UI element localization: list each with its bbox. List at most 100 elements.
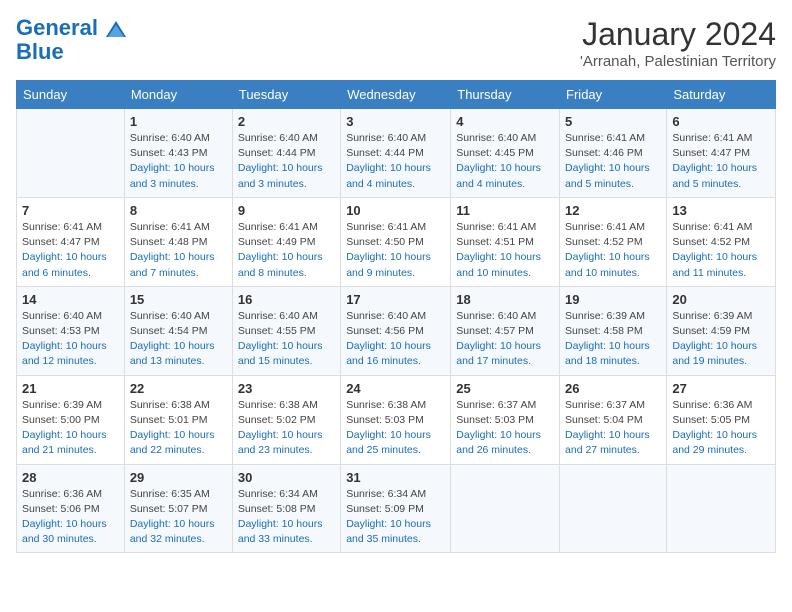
daylight-text: Daylight: 10 hours and 25 minutes. bbox=[346, 428, 445, 458]
day-info: Sunrise: 6:40 AM Sunset: 4:55 PM Dayligh… bbox=[238, 309, 335, 370]
sunrise-text: Sunrise: 6:40 AM bbox=[346, 309, 445, 324]
sunrise-text: Sunrise: 6:41 AM bbox=[130, 220, 227, 235]
table-row: 21 Sunrise: 6:39 AM Sunset: 5:00 PM Dayl… bbox=[17, 375, 125, 464]
sunrise-text: Sunrise: 6:40 AM bbox=[346, 131, 445, 146]
sunset-text: Sunset: 4:45 PM bbox=[456, 146, 554, 161]
day-info: Sunrise: 6:41 AM Sunset: 4:47 PM Dayligh… bbox=[672, 131, 770, 192]
daylight-text: Daylight: 10 hours and 26 minutes. bbox=[456, 428, 554, 458]
day-info: Sunrise: 6:34 AM Sunset: 5:08 PM Dayligh… bbox=[238, 487, 335, 548]
table-row: 3 Sunrise: 6:40 AM Sunset: 4:44 PM Dayli… bbox=[341, 109, 451, 198]
location-subtitle: 'Arranah, Palestinian Territory bbox=[580, 53, 776, 70]
sunset-text: Sunset: 4:49 PM bbox=[238, 235, 335, 250]
day-number: 13 bbox=[672, 203, 770, 218]
col-sunday: Sunday bbox=[17, 81, 125, 109]
day-number: 6 bbox=[672, 114, 770, 129]
day-number: 26 bbox=[565, 381, 661, 396]
day-info: Sunrise: 6:38 AM Sunset: 5:02 PM Dayligh… bbox=[238, 398, 335, 459]
table-row: 4 Sunrise: 6:40 AM Sunset: 4:45 PM Dayli… bbox=[451, 109, 560, 198]
daylight-text: Daylight: 10 hours and 22 minutes. bbox=[130, 428, 227, 458]
table-row: 28 Sunrise: 6:36 AM Sunset: 5:06 PM Dayl… bbox=[17, 464, 125, 553]
calendar-table: Sunday Monday Tuesday Wednesday Thursday… bbox=[16, 80, 776, 553]
page-header: General Blue January 2024 'Arranah, Pale… bbox=[16, 16, 776, 70]
day-info: Sunrise: 6:39 AM Sunset: 4:59 PM Dayligh… bbox=[672, 309, 770, 370]
sunset-text: Sunset: 5:04 PM bbox=[565, 413, 661, 428]
day-info: Sunrise: 6:41 AM Sunset: 4:52 PM Dayligh… bbox=[565, 220, 661, 281]
sunrise-text: Sunrise: 6:40 AM bbox=[456, 131, 554, 146]
sunset-text: Sunset: 5:05 PM bbox=[672, 413, 770, 428]
day-info: Sunrise: 6:37 AM Sunset: 5:04 PM Dayligh… bbox=[565, 398, 661, 459]
day-number: 21 bbox=[22, 381, 119, 396]
table-row: 14 Sunrise: 6:40 AM Sunset: 4:53 PM Dayl… bbox=[17, 286, 125, 375]
day-info: Sunrise: 6:40 AM Sunset: 4:44 PM Dayligh… bbox=[238, 131, 335, 192]
sunrise-text: Sunrise: 6:40 AM bbox=[456, 309, 554, 324]
day-number: 2 bbox=[238, 114, 335, 129]
day-number: 7 bbox=[22, 203, 119, 218]
daylight-text: Daylight: 10 hours and 8 minutes. bbox=[238, 250, 335, 280]
daylight-text: Daylight: 10 hours and 19 minutes. bbox=[672, 339, 770, 369]
daylight-text: Daylight: 10 hours and 16 minutes. bbox=[346, 339, 445, 369]
calendar-week-row: 28 Sunrise: 6:36 AM Sunset: 5:06 PM Dayl… bbox=[17, 464, 776, 553]
day-number: 29 bbox=[130, 470, 227, 485]
logo-text: General bbox=[16, 16, 126, 40]
day-info: Sunrise: 6:41 AM Sunset: 4:46 PM Dayligh… bbox=[565, 131, 661, 192]
daylight-text: Daylight: 10 hours and 13 minutes. bbox=[130, 339, 227, 369]
logo-text-blue: Blue bbox=[16, 40, 64, 64]
sunrise-text: Sunrise: 6:40 AM bbox=[22, 309, 119, 324]
day-info: Sunrise: 6:40 AM Sunset: 4:56 PM Dayligh… bbox=[346, 309, 445, 370]
daylight-text: Daylight: 10 hours and 9 minutes. bbox=[346, 250, 445, 280]
day-info: Sunrise: 6:36 AM Sunset: 5:05 PM Dayligh… bbox=[672, 398, 770, 459]
daylight-text: Daylight: 10 hours and 32 minutes. bbox=[130, 517, 227, 547]
table-row: 23 Sunrise: 6:38 AM Sunset: 5:02 PM Dayl… bbox=[232, 375, 340, 464]
day-info: Sunrise: 6:40 AM Sunset: 4:53 PM Dayligh… bbox=[22, 309, 119, 370]
day-info: Sunrise: 6:40 AM Sunset: 4:57 PM Dayligh… bbox=[456, 309, 554, 370]
sunset-text: Sunset: 4:53 PM bbox=[22, 324, 119, 339]
sunrise-text: Sunrise: 6:39 AM bbox=[672, 309, 770, 324]
sunrise-text: Sunrise: 6:41 AM bbox=[565, 131, 661, 146]
day-number: 19 bbox=[565, 292, 661, 307]
day-number: 22 bbox=[130, 381, 227, 396]
day-number: 18 bbox=[456, 292, 554, 307]
table-row: 25 Sunrise: 6:37 AM Sunset: 5:03 PM Dayl… bbox=[451, 375, 560, 464]
table-row: 6 Sunrise: 6:41 AM Sunset: 4:47 PM Dayli… bbox=[667, 109, 776, 198]
table-row: 18 Sunrise: 6:40 AM Sunset: 4:57 PM Dayl… bbox=[451, 286, 560, 375]
table-row: 16 Sunrise: 6:40 AM Sunset: 4:55 PM Dayl… bbox=[232, 286, 340, 375]
daylight-text: Daylight: 10 hours and 6 minutes. bbox=[22, 250, 119, 280]
day-number: 27 bbox=[672, 381, 770, 396]
table-row: 5 Sunrise: 6:41 AM Sunset: 4:46 PM Dayli… bbox=[560, 109, 667, 198]
daylight-text: Daylight: 10 hours and 35 minutes. bbox=[346, 517, 445, 547]
daylight-text: Daylight: 10 hours and 11 minutes. bbox=[672, 250, 770, 280]
daylight-text: Daylight: 10 hours and 17 minutes. bbox=[456, 339, 554, 369]
sunrise-text: Sunrise: 6:41 AM bbox=[22, 220, 119, 235]
sunset-text: Sunset: 4:46 PM bbox=[565, 146, 661, 161]
day-info: Sunrise: 6:36 AM Sunset: 5:06 PM Dayligh… bbox=[22, 487, 119, 548]
table-row: 24 Sunrise: 6:38 AM Sunset: 5:03 PM Dayl… bbox=[341, 375, 451, 464]
day-info: Sunrise: 6:38 AM Sunset: 5:03 PM Dayligh… bbox=[346, 398, 445, 459]
sunrise-text: Sunrise: 6:40 AM bbox=[238, 309, 335, 324]
sunrise-text: Sunrise: 6:41 AM bbox=[672, 131, 770, 146]
table-row: 27 Sunrise: 6:36 AM Sunset: 5:05 PM Dayl… bbox=[667, 375, 776, 464]
day-info: Sunrise: 6:40 AM Sunset: 4:44 PM Dayligh… bbox=[346, 131, 445, 192]
daylight-text: Daylight: 10 hours and 30 minutes. bbox=[22, 517, 119, 547]
day-number: 20 bbox=[672, 292, 770, 307]
day-number: 4 bbox=[456, 114, 554, 129]
day-number: 15 bbox=[130, 292, 227, 307]
daylight-text: Daylight: 10 hours and 33 minutes. bbox=[238, 517, 335, 547]
table-row: 2 Sunrise: 6:40 AM Sunset: 4:44 PM Dayli… bbox=[232, 109, 340, 198]
day-number: 10 bbox=[346, 203, 445, 218]
table-row: 11 Sunrise: 6:41 AM Sunset: 4:51 PM Dayl… bbox=[451, 197, 560, 286]
month-title: January 2024 bbox=[580, 16, 776, 53]
day-info: Sunrise: 6:35 AM Sunset: 5:07 PM Dayligh… bbox=[130, 487, 227, 548]
day-number: 12 bbox=[565, 203, 661, 218]
sunset-text: Sunset: 5:03 PM bbox=[346, 413, 445, 428]
sunrise-text: Sunrise: 6:41 AM bbox=[456, 220, 554, 235]
day-number: 5 bbox=[565, 114, 661, 129]
sunrise-text: Sunrise: 6:39 AM bbox=[565, 309, 661, 324]
sunrise-text: Sunrise: 6:41 AM bbox=[238, 220, 335, 235]
daylight-text: Daylight: 10 hours and 10 minutes. bbox=[565, 250, 661, 280]
table-row: 31 Sunrise: 6:34 AM Sunset: 5:09 PM Dayl… bbox=[341, 464, 451, 553]
sunset-text: Sunset: 4:54 PM bbox=[130, 324, 227, 339]
sunset-text: Sunset: 4:59 PM bbox=[672, 324, 770, 339]
col-monday: Monday bbox=[124, 81, 232, 109]
day-info: Sunrise: 6:39 AM Sunset: 4:58 PM Dayligh… bbox=[565, 309, 661, 370]
day-number: 24 bbox=[346, 381, 445, 396]
